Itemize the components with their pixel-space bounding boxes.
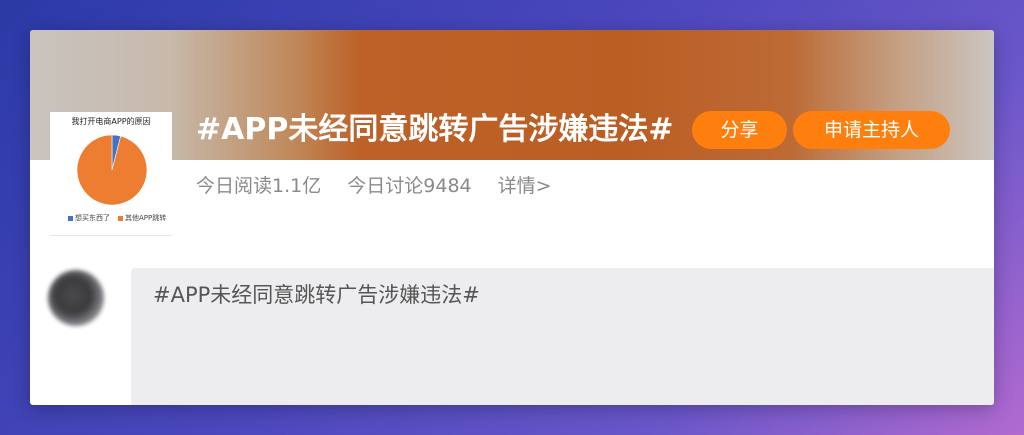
thumbnail-legend: 想买东西了 其他APP跳转 bbox=[68, 212, 172, 224]
apply-host-button[interactable]: 申请主持人 bbox=[793, 111, 950, 149]
legend-label-0: 想买东西了 bbox=[75, 214, 110, 222]
pie-slice-1 bbox=[76, 134, 148, 206]
topic-stats: 今日阅读1.1亿 今日讨论9484 详情> bbox=[196, 173, 552, 199]
post-composer-input[interactable]: #APP未经同意跳转广告涉嫌违法# bbox=[131, 268, 994, 405]
details-link[interactable]: 详情> bbox=[498, 175, 552, 197]
legend-swatch-0 bbox=[68, 215, 73, 221]
legend-swatch-1 bbox=[118, 215, 123, 221]
discussions-today: 今日讨论9484 bbox=[347, 175, 472, 197]
avatar[interactable] bbox=[48, 270, 104, 326]
pie-chart bbox=[76, 134, 148, 206]
topic-title: #APP未经同意跳转广告涉嫌违法# bbox=[196, 112, 674, 147]
share-button[interactable]: 分享 bbox=[692, 111, 787, 149]
divider bbox=[50, 235, 172, 236]
thumbnail-chart-title: 我打开电商APP的原因 bbox=[71, 117, 151, 126]
legend-label-1: 其他APP跳转 bbox=[125, 214, 167, 222]
topic-thumbnail[interactable]: 我打开电商APP的原因 想买东西了 其他APP跳转 bbox=[50, 112, 172, 236]
reads-today: 今日阅读1.1亿 bbox=[196, 175, 322, 197]
topic-card: 我打开电商APP的原因 想买东西了 其他APP跳转 #APP未经同意跳转广告涉嫌… bbox=[30, 30, 994, 405]
